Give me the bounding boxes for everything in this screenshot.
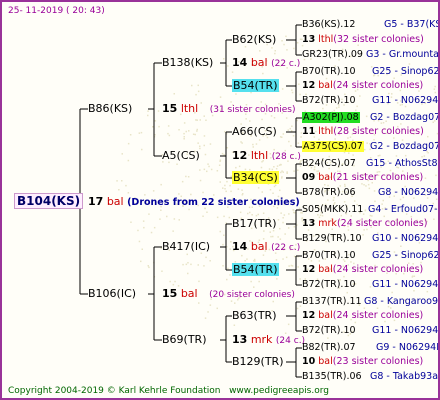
gen1-info-2: 15 bal (20 sister colonies) xyxy=(162,288,295,301)
gen4-leaf-11[interactable]: B70(TR).10 G25 - Sinop62R xyxy=(302,250,356,262)
gen2-info-2: 12 lthl (28 c.) xyxy=(232,150,301,163)
gen4-leaf-16[interactable]: B135(TR).06 G8 - Takab93aR xyxy=(302,371,362,383)
gen3-info-6: 12 bal(24 sister colonies) xyxy=(302,264,423,276)
gen3-node-3[interactable]: A66(CS) xyxy=(232,126,277,138)
copyright-text: Copyright 2004-2019 © Karl Kehrle Founda… xyxy=(8,385,329,397)
gen4-leaf-6[interactable]: A375(CS).07 G2 - Bozdag07R xyxy=(302,141,364,153)
gen3-node-2[interactable]: B54(TR) xyxy=(232,80,279,92)
gen2-info-1: 14 bal (22 c.) xyxy=(232,57,300,70)
gen4-leaf-2[interactable]: GR23(TR).09 G3 - Gr.mounta xyxy=(302,49,363,61)
gen2-node-3[interactable]: B417(IC) xyxy=(162,241,210,253)
gen4-leaf-8[interactable]: B78(TR).06 G8 - N06294R xyxy=(302,187,356,199)
gen1-info-1: 15 lthl (31 sister colonies) xyxy=(162,103,295,116)
gen4-leaf-5[interactable]: A302(PJ).08 G2 - Bozdag07R xyxy=(302,112,360,124)
gen2-info-4: 13 mrk (24 c.) xyxy=(232,334,305,347)
site-link[interactable]: www.pedigreeapis.org xyxy=(229,386,329,396)
gen2-node-4[interactable]: B69(TR) xyxy=(162,334,207,346)
gen4-leaf-10[interactable]: B129(TR).10 G10 - N06294R xyxy=(302,233,362,245)
gen4-leaf-1[interactable]: B36(KS).12 G5 - B37(KS) xyxy=(302,19,355,31)
pedigree-frame: 25- 11-2019 ( 20: 43) B104(KS) 17 bal (D… xyxy=(0,0,440,400)
gen3-info-7: 12 bal(24 sister colonies) xyxy=(302,310,423,322)
root-label: B104(KS) xyxy=(14,193,83,209)
gen1-node-1[interactable]: B86(KS) xyxy=(88,103,132,115)
gen4-leaf-3[interactable]: B70(TR).10 G25 - Sinop62R xyxy=(302,66,356,78)
gen3-node-5[interactable]: B17(TR) xyxy=(232,218,277,230)
gen4-leaf-12[interactable]: B72(TR).10 G11 - N06294R xyxy=(302,279,356,291)
gen3-info-8: 10 bal(23 sister colonies) xyxy=(302,356,423,368)
gen3-info-3: 11 lthl(28 sister colonies) xyxy=(302,126,424,138)
gen4-leaf-7[interactable]: B24(CS).07 G15 - AthosSt80R xyxy=(302,158,356,170)
gen3-info-4: 09 bal(21 sister colonies) xyxy=(302,172,423,184)
timestamp: 25- 11-2019 ( 20: 43) xyxy=(8,5,105,17)
gen3-info-5: 13 mrk(24 sister colonies) xyxy=(302,218,427,230)
gen3-node-6[interactable]: B54(TR) xyxy=(232,264,279,276)
gen4-leaf-4[interactable]: B72(TR).10 G11 - N06294R xyxy=(302,95,356,107)
gen3-node-1[interactable]: B62(KS) xyxy=(232,34,276,46)
gen3-info-1: 13 lthl(32 sister colonies) xyxy=(302,34,424,46)
gen4-leaf-9[interactable]: S05(MKK).11 G4 - Erfoud07-1Q xyxy=(302,204,363,216)
gen4-leaf-15[interactable]: B82(TR).07 G9 - N06294R xyxy=(302,342,356,354)
gen3-node-8[interactable]: B129(TR) xyxy=(232,356,284,368)
root-info: 17 bal (Drones from 22 sister colonies) xyxy=(88,196,300,209)
gen2-node-2[interactable]: A5(CS) xyxy=(162,150,200,162)
gen2-info-3: 14 bal (22 c.) xyxy=(232,241,300,254)
gen4-leaf-14[interactable]: B72(TR).10 G11 - N06294R xyxy=(302,325,356,337)
root-node[interactable]: B104(KS) xyxy=(14,195,83,209)
gen1-node-2[interactable]: B106(IC) xyxy=(88,288,136,300)
gen2-node-1[interactable]: B138(KS) xyxy=(162,57,213,69)
gen3-node-7[interactable]: B63(TR) xyxy=(232,310,277,322)
gen4-leaf-13[interactable]: B137(TR).11 G8 - Kangaroo98R xyxy=(302,296,362,308)
gen3-info-2: 12 bal(24 sister colonies) xyxy=(302,80,423,92)
gen3-node-4[interactable]: B34(CS) xyxy=(232,172,279,184)
